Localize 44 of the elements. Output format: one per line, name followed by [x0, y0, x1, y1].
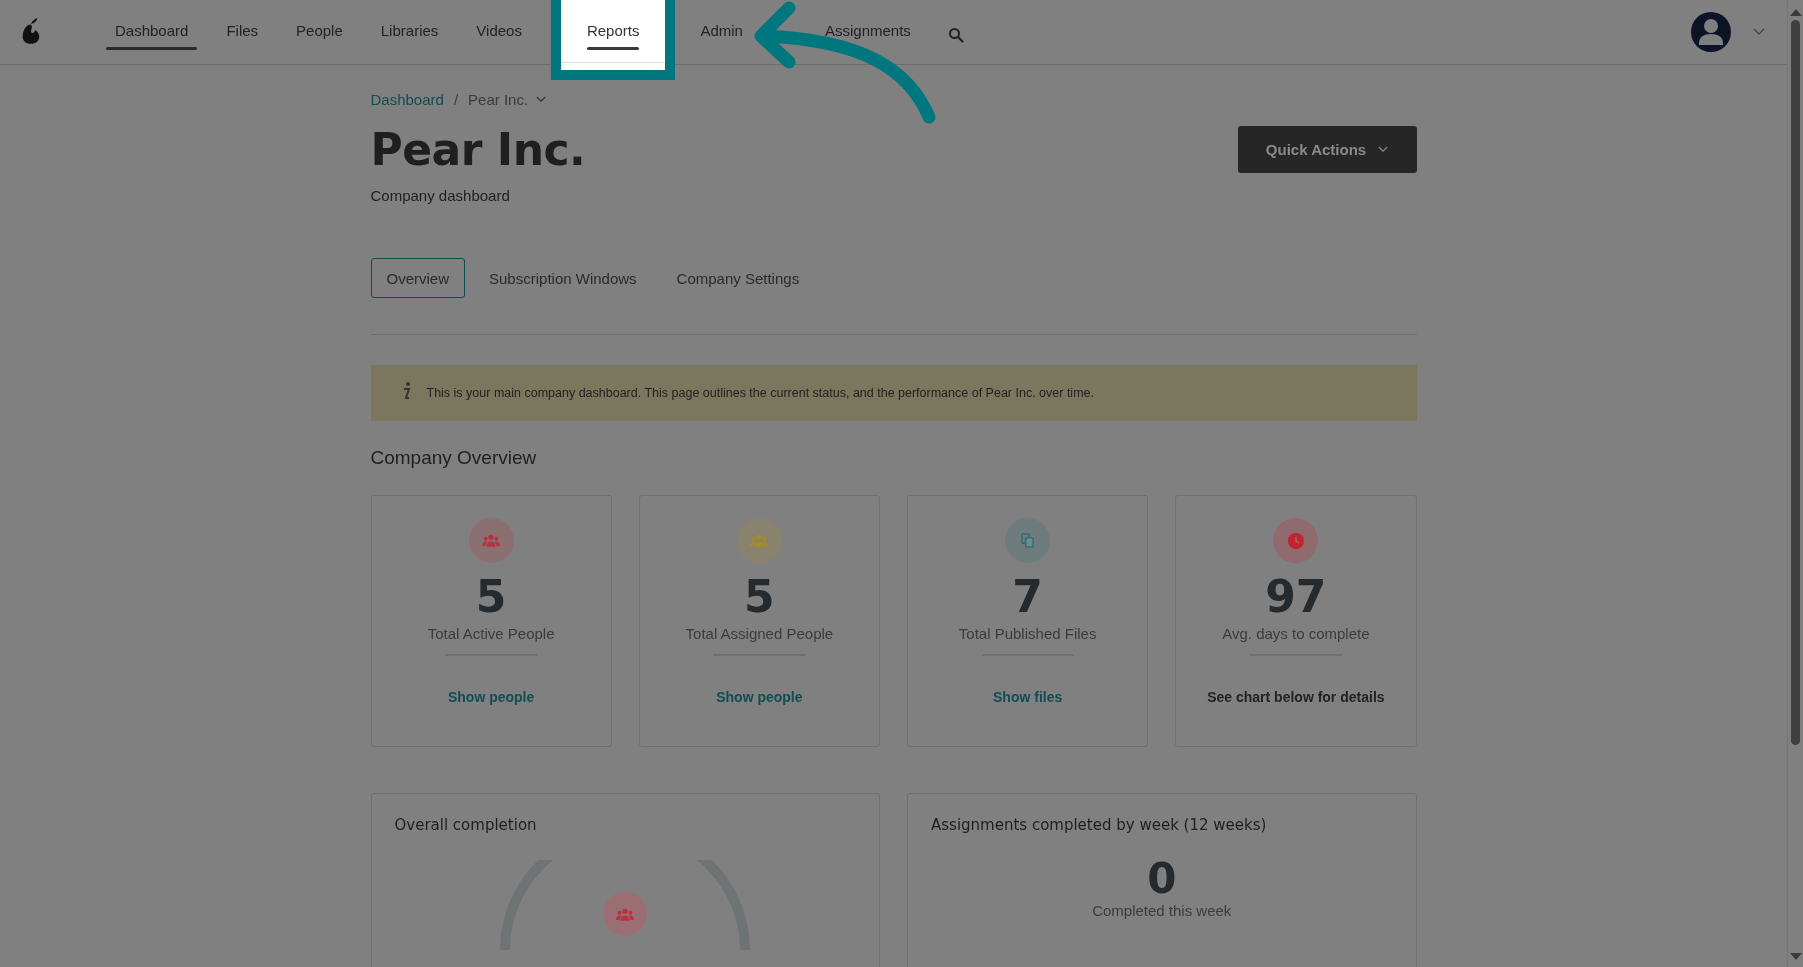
quick-actions-button[interactable]: Quick Actions: [1237, 126, 1417, 173]
scroll-down-icon[interactable]: [1789, 953, 1802, 961]
nav-tab[interactable]: Assignments: [805, 0, 930, 64]
chevron-down-icon[interactable]: [1753, 28, 1765, 36]
card-title: Assignments completed by week (12 weeks): [931, 816, 1268, 834]
search-icon[interactable]: [947, 27, 964, 43]
stat-label: Total Assigned People: [685, 625, 834, 643]
counter-caption: Completed this week: [1092, 902, 1232, 920]
breadcrumb-separator: /: [453, 91, 459, 108]
counter-value: 0: [1147, 856, 1177, 903]
pear-logo-icon[interactable]: [20, 16, 42, 46]
stat-value: 5: [475, 573, 507, 622]
stat-note: See chart below for details: [1207, 689, 1385, 706]
stat-link[interactable]: Show people: [716, 689, 803, 706]
scrollbar-thumb[interactable]: [1791, 20, 1800, 745]
nav-tab[interactable]: Admin: [681, 0, 762, 64]
nav-tab[interactable]: Dashboard: [96, 0, 208, 64]
info-text: This is your main company dashboard. This page outlines the current status, and the performance of Pear Inc. over time.: [426, 386, 1094, 400]
page-tab[interactable]: Overview: [370, 258, 465, 298]
stat-label: Total Active People: [427, 625, 555, 643]
chevron-down-icon: [536, 96, 547, 103]
nav-tab[interactable]: Libraries: [361, 0, 458, 64]
stat-value: 7: [1012, 573, 1043, 622]
stat-value: 5: [744, 573, 775, 622]
page-tab[interactable]: Subscription Windows: [473, 258, 653, 298]
stat-link[interactable]: Show people: [447, 689, 535, 706]
scroll-up-icon[interactable]: [1789, 8, 1802, 16]
nav-tab[interactable]: Videos: [457, 0, 541, 64]
nav-tab[interactable]: Files: [207, 0, 278, 64]
page-subtitle: Company dashboard: [370, 187, 511, 204]
page-tab[interactable]: Company Settings: [660, 258, 816, 298]
avatar-icon[interactable]: [1691, 12, 1731, 52]
chevron-down-icon: [1378, 146, 1389, 153]
breadcrumb-link[interactable]: Dashboard: [370, 91, 444, 108]
stat-value: 97: [1265, 573, 1327, 622]
page-title: Pear Inc.: [370, 124, 586, 175]
card-title: Overall completion: [394, 816, 538, 834]
breadcrumb-dropdown[interactable]: Pear Inc.: [468, 91, 547, 108]
stat-link[interactable]: Show files: [993, 689, 1063, 706]
nav-tab[interactable]: People: [277, 0, 362, 64]
stat-label: Avg. days to complete: [1222, 625, 1370, 643]
nav-tab[interactable]: Reports: [550, 0, 676, 80]
section-title: Company Overview: [370, 447, 538, 469]
stat-label: Total Published Files: [958, 625, 1097, 643]
